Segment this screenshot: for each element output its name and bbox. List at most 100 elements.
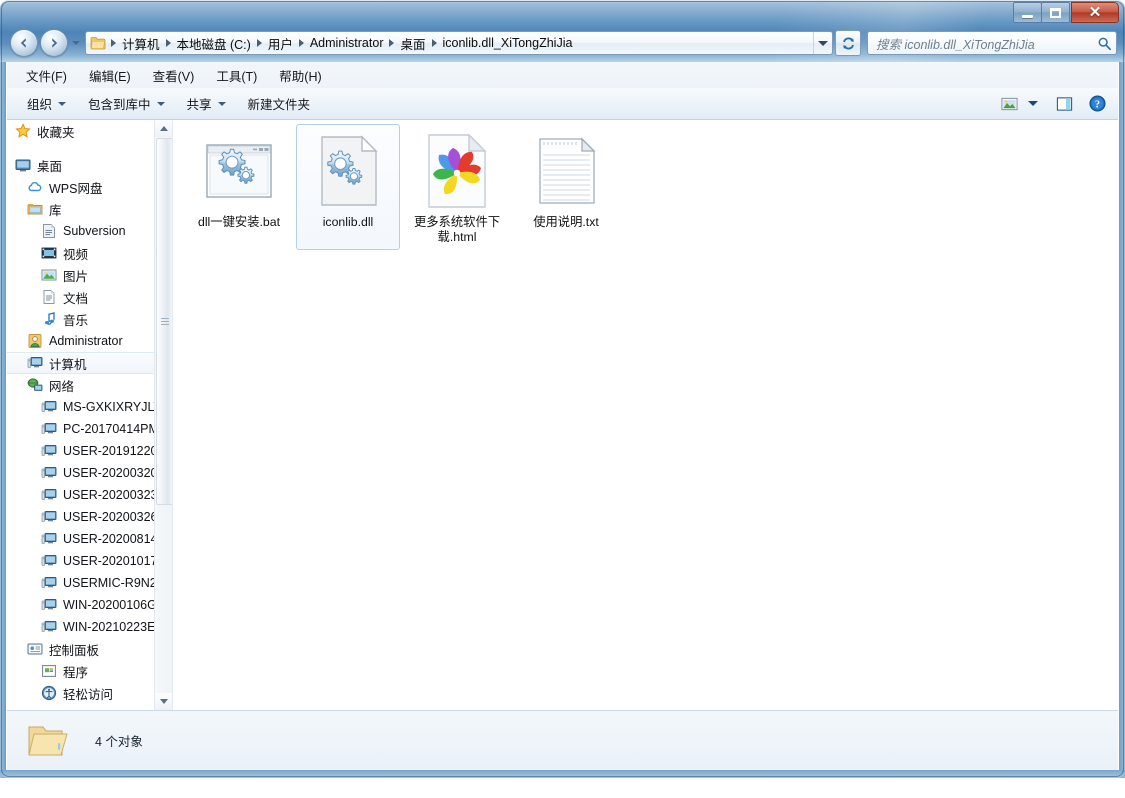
refresh-icon [842, 36, 854, 50]
sidebar-item-subversion[interactable]: Subversion [7, 220, 155, 242]
share-with-label: 共享 [186, 98, 212, 112]
breadcrumb-separator[interactable] [256, 39, 262, 47]
preview-pane-button[interactable] [1052, 94, 1077, 114]
sidebar-item-pc-20170414pm[interactable]: PC-20170414PM [7, 418, 155, 440]
refresh-button[interactable] [835, 30, 861, 56]
sidebar-item-item-25[interactable]: 程序 [7, 660, 155, 682]
sidebar-item-item-24[interactable]: 控制面板 [7, 638, 155, 660]
breadcrumb-item-4[interactable]: 桌面 [397, 33, 428, 54]
maximize-icon [1050, 7, 1061, 18]
sidebar-item-item-11[interactable]: 计算机 [7, 352, 155, 374]
sidebar-item-user-20200323y[interactable]: USER-20200323Y [7, 484, 155, 506]
pc-icon [41, 597, 57, 613]
file-name-label: 使用说明.txt [533, 215, 599, 229]
sidebar-item-label: USER-20200320U [63, 466, 155, 480]
sidebar-item-wps[interactable]: WPS网盘 [7, 176, 155, 198]
sidebar-item-item-9[interactable]: 音乐 [7, 308, 155, 330]
breadcrumb-separator[interactable] [431, 39, 437, 47]
change-view-dropdown-button[interactable] [1024, 99, 1042, 108]
sidebar-item-user-20201017i[interactable]: USER-20201017I [7, 550, 155, 572]
breadcrumb-item-1[interactable]: 本地磁盘 (C:) [174, 33, 254, 54]
menu-item-file[interactable]: 文件(F) [17, 63, 76, 88]
sidebar-item-win-20200106g[interactable]: WIN-20200106G [7, 594, 155, 616]
sidebar-item-item-4[interactable]: 库 [7, 198, 155, 220]
address-bar[interactable]: 计算机 本地磁盘 (C:) 用户 Administrator 桌面 iconli… [85, 31, 833, 55]
close-button[interactable]: ✕ [1071, 2, 1119, 23]
file-item[interactable]: iconlib.dll [296, 124, 400, 250]
sidebar-item-administrator[interactable]: Administrator [7, 330, 155, 352]
folder-icon [25, 721, 71, 761]
breadcrumb-item-0[interactable]: 计算机 [119, 33, 163, 54]
content-area: 收藏夹桌面 WPS网盘库 Subversion 视频 图片 文档 音乐 Administrat… [7, 120, 1118, 710]
file-name-label: dll一键安装.bat [197, 215, 280, 229]
window-frame-bottom [0, 770, 1125, 778]
file-item[interactable]: 使用说明.txt [514, 124, 618, 250]
sidebar-item-item-2[interactable]: 桌面 [7, 154, 155, 176]
html-pinwheel-icon [417, 131, 497, 211]
breadcrumb-item-3[interactable]: Administrator [307, 35, 387, 51]
pc-icon [41, 531, 57, 547]
change-view-button[interactable] [997, 94, 1022, 114]
sidebar-item-user-20200326v[interactable]: USER-20200326V [7, 506, 155, 528]
sidebar-item-label: Subversion [63, 224, 126, 238]
menu-item-tools[interactable]: 工具(T) [207, 63, 266, 88]
file-item[interactable]: 更多系统软件下载.html [405, 124, 509, 250]
sidebar-item-user-20200320u[interactable]: USER-20200320U [7, 462, 155, 484]
scroll-down-button[interactable] [155, 693, 172, 710]
back-button[interactable] [10, 29, 38, 57]
pc-icon [41, 421, 57, 437]
pc-icon [41, 509, 57, 525]
search-input[interactable]: 搜索 iconlib.dll_XiTongZhiJia [867, 31, 1117, 55]
pc-icon [41, 465, 57, 481]
include-in-library-button[interactable]: 包含到库中 [80, 90, 173, 117]
scrollbar-thumb[interactable] [156, 138, 172, 505]
forward-button[interactable] [40, 29, 68, 57]
chevron-down-icon [156, 101, 165, 106]
folder-icon [90, 36, 106, 50]
breadcrumb-separator[interactable] [298, 39, 304, 47]
change-view-icon [1001, 97, 1018, 110]
desktop-background: ✕ 计算机 本地磁盘 (C:) 用户 Administrator 桌面 icon… [0, 0, 1125, 798]
recent-pages-button[interactable] [72, 41, 80, 45]
library-icon [27, 201, 43, 217]
menu-item-help[interactable]: 帮助(H) [270, 63, 330, 88]
menu-item-view[interactable]: 查看(V) [144, 63, 204, 88]
control-panel-icon [27, 641, 43, 657]
file-item[interactable]: dll一键安装.bat [187, 124, 291, 250]
sidebar-item-item-0[interactable]: 收藏夹 [7, 120, 155, 142]
share-with-button[interactable]: 共享 [179, 90, 234, 117]
help-icon: ? [1089, 95, 1106, 112]
menu-bar: 文件(F) 编辑(E) 查看(V) 工具(T) 帮助(H) [7, 62, 1118, 88]
breadcrumb-separator[interactable] [111, 39, 116, 47]
sidebar-item-label: WIN-20210223E [63, 620, 155, 634]
sidebar-item-ms-gxkixryjlv[interactable]: MS-GXKIXRYJLV [7, 396, 155, 418]
new-folder-button[interactable]: 新建文件夹 [240, 90, 319, 117]
user-icon [27, 333, 43, 349]
maximize-button[interactable] [1041, 2, 1070, 23]
navigation-pane-scrollbar[interactable] [154, 120, 172, 710]
help-button[interactable]: ? [1085, 93, 1110, 114]
file-list-pane[interactable]: dll一键安装.bat iconlib.dll 更多系统软件下载.html 使用… [173, 120, 1118, 710]
sidebar-item-user-20200814a[interactable]: USER-20200814A [7, 528, 155, 550]
scroll-up-button[interactable] [155, 120, 172, 137]
forward-arrow-icon [52, 38, 58, 48]
breadcrumb-item-2[interactable]: 用户 [265, 33, 296, 54]
address-dropdown-button[interactable] [813, 32, 832, 54]
sidebar-item-item-6[interactable]: 视频 [7, 242, 155, 264]
sidebar-item-item-8[interactable]: 文档 [7, 286, 155, 308]
organize-button[interactable]: 组织 [19, 90, 74, 117]
pc-icon [41, 487, 57, 503]
sidebar-item-usermic-r9n2s[interactable]: USERMIC-R9N2S [7, 572, 155, 594]
breadcrumb-separator[interactable] [165, 39, 171, 47]
sidebar-item-item-7[interactable]: 图片 [7, 264, 155, 286]
sidebar-item-win-20210223e[interactable]: WIN-20210223E [7, 616, 155, 638]
minimize-button[interactable] [1013, 2, 1042, 23]
sidebar-item-item-12[interactable]: 网络 [7, 374, 155, 396]
pc-icon [41, 575, 57, 591]
breadcrumb-separator[interactable] [389, 39, 395, 47]
menu-item-edit[interactable]: 编辑(E) [80, 63, 140, 88]
sidebar-item-user-20191220i[interactable]: USER-20191220I [7, 440, 155, 462]
sidebar-item-item-26[interactable]: 轻松访问 [7, 682, 155, 704]
breadcrumb-item-5[interactable]: iconlib.dll_XiTongZhiJia [440, 35, 576, 51]
pc-icon [41, 553, 57, 569]
